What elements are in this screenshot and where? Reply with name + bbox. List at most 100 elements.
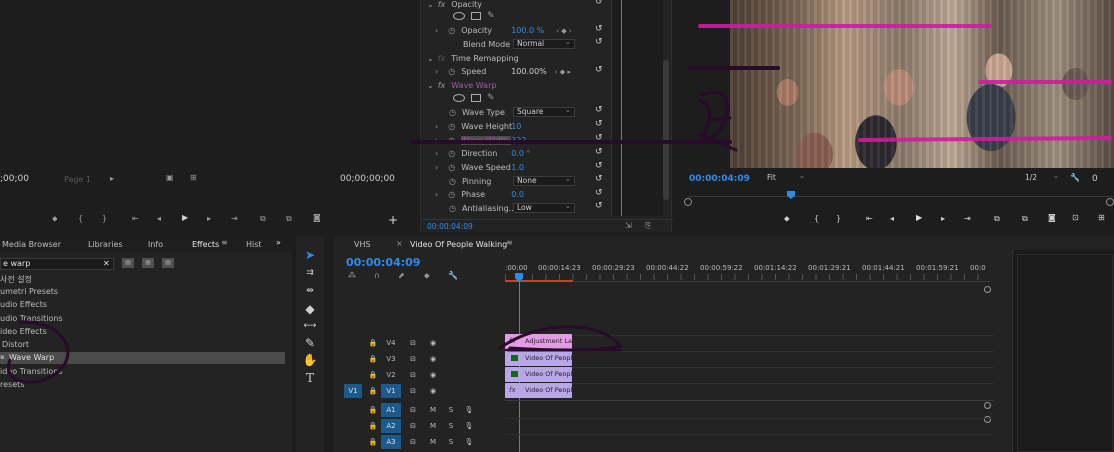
timeline-zoom-handle-bottom[interactable] <box>984 402 991 409</box>
sync-lock-icon[interactable]: ⊟ <box>406 336 420 350</box>
export-icon[interactable]: ⎘ <box>645 221 651 231</box>
track-select-tool-icon[interactable]: ⇉ <box>302 265 318 281</box>
tab-history[interactable]: Hist <box>246 240 262 249</box>
clip-video-v3[interactable]: Video Of Peopl <box>505 351 572 366</box>
reset-icon[interactable]: ↺ <box>595 37 603 47</box>
opacity-section-header[interactable]: ⌄ fx Opacity <box>427 0 482 9</box>
lock-icon[interactable]: 🔒 <box>366 419 380 433</box>
phase-value[interactable]: 0.0 <box>511 190 524 199</box>
tree-item-wave-warp-selected[interactable]: ▪ Wave Warp <box>0 352 285 364</box>
tree-item-presets-ko[interactable]: 사전 설정 <box>0 274 32 285</box>
lock-icon[interactable]: 🔒 <box>366 352 380 366</box>
reset-icon[interactable]: ↺ <box>595 188 603 198</box>
wave-width-value[interactable]: 322 <box>511 136 526 145</box>
type-tool-icon[interactable]: T <box>302 370 318 386</box>
snap-icon[interactable]: ∩ <box>374 271 380 280</box>
chevron-right-icon[interactable]: › <box>435 190 438 199</box>
speed-value[interactable]: 100.00% <box>511 67 547 76</box>
hamburger-menu-icon[interactable]: ≡ <box>506 238 513 247</box>
stopwatch-icon[interactable]: ◷ <box>448 26 455 35</box>
solo-button[interactable]: S <box>444 403 458 417</box>
close-tab-icon[interactable]: × <box>396 239 403 248</box>
mute-button[interactable]: M <box>426 419 440 433</box>
accelerated-effects-icon[interactable]: ▦ <box>122 258 134 268</box>
pinning-dropdown[interactable]: None <box>513 175 575 186</box>
go-to-out-icon[interactable]: ⇥ <box>231 214 238 223</box>
lock-icon[interactable]: 🔒 <box>366 384 380 398</box>
track-label-a1[interactable]: A1 <box>381 403 401 417</box>
reset-icon[interactable]: ↺ <box>595 0 603 7</box>
wrench-icon[interactable]: 🔧 <box>1070 173 1080 182</box>
stopwatch-icon[interactable]: ◷ <box>448 190 455 199</box>
tab-vhs[interactable]: VHS <box>354 240 371 249</box>
program-playhead[interactable] <box>787 191 795 199</box>
opacity-value[interactable]: 100.0 % <box>511 26 544 35</box>
hand-tool-icon[interactable]: ✋ <box>302 352 318 368</box>
sync-lock-icon[interactable]: ⊟ <box>406 403 420 417</box>
chevron-right-icon[interactable]: › <box>435 163 438 172</box>
reset-icon[interactable]: ↺ <box>595 24 603 34</box>
keyframe-nav-icon[interactable]: ‹ ◆ › <box>556 27 571 35</box>
reset-icon[interactable]: ↺ <box>595 174 603 184</box>
chevron-right-icon[interactable]: › <box>435 122 438 131</box>
tree-item-video-effects[interactable]: ideo Effects <box>0 327 47 336</box>
tree-item-audio-transitions[interactable]: udio Transitions <box>0 314 63 323</box>
mark-in-icon[interactable]: { <box>78 214 83 223</box>
time-remap-section-header[interactable]: ⌄ fx Time Remapping <box>427 54 519 63</box>
wave-type-dropdown[interactable]: Square <box>513 106 575 117</box>
reset-icon[interactable]: ↺ <box>595 65 603 75</box>
fit-dropdown[interactable]: Fit <box>764 172 808 184</box>
clip-video-v1[interactable]: fx Video Of Peopl <box>505 383 572 398</box>
lock-icon[interactable]: 🔒 <box>366 435 380 449</box>
solo-button[interactable]: S <box>444 435 458 449</box>
stopwatch-icon[interactable]: ◷ <box>448 136 455 145</box>
chevron-right-icon[interactable]: › <box>435 136 438 145</box>
wave-warp-section-header[interactable]: ⌄ fx Wave Warp <box>427 81 496 90</box>
eye-icon[interactable]: ◉ <box>426 368 440 382</box>
effect-controls-scrollbar[interactable] <box>663 60 669 200</box>
play-small-icon[interactable]: ▸ <box>110 174 114 183</box>
hamburger-menu-icon[interactable]: ≡ <box>221 238 228 247</box>
play-icon[interactable]: ▶ <box>182 213 188 222</box>
resolution-dropdown[interactable]: 1/2 <box>1022 172 1062 184</box>
pen-mask-icon[interactable]: ✎ <box>487 93 495 103</box>
tree-item-audio-effects[interactable]: udio Effects <box>0 300 47 309</box>
sync-lock-icon[interactable]: ⊟ <box>406 419 420 433</box>
pen-mask-icon[interactable]: ✎ <box>487 11 495 21</box>
solo-button[interactable]: S <box>444 419 458 433</box>
track-label-v4[interactable]: V4 <box>384 336 398 350</box>
rect-mask-icon[interactable] <box>471 12 481 20</box>
reset-icon[interactable]: ↺ <box>595 105 603 115</box>
camera-icon[interactable]: ◙ <box>1048 213 1056 222</box>
reset-icon[interactable]: ↺ <box>595 201 603 211</box>
tab-libraries[interactable]: Libraries <box>88 240 123 249</box>
tree-item-lumetri-presets[interactable]: umetri Presets <box>0 287 58 296</box>
insert-icon[interactable]: ⧉ <box>260 214 266 224</box>
go-to-out-icon[interactable]: ⇥ <box>964 214 971 223</box>
step-forward-icon[interactable]: ▸ <box>941 214 945 223</box>
reset-icon[interactable]: ↺ <box>595 119 603 129</box>
wave-speed-value[interactable]: 1.0 <box>511 163 524 172</box>
sync-lock-icon[interactable]: ⊟ <box>406 352 420 366</box>
add-marker-icon[interactable]: ⬥ <box>424 271 430 281</box>
tab-info[interactable]: Info <box>148 240 163 249</box>
scrubber-right-handle[interactable] <box>1106 198 1114 206</box>
lock-icon[interactable]: 🔒 <box>366 336 380 350</box>
track-label-a2[interactable]: A2 <box>381 419 401 433</box>
slip-tool-icon[interactable]: ⟷ <box>302 318 318 334</box>
keyframe-nav-icon[interactable]: ‹ ◆ ▸ <box>555 68 571 76</box>
reset-icon[interactable]: ↺ <box>595 133 603 143</box>
reset-icon[interactable]: ↺ <box>595 147 603 157</box>
overwrite-icon[interactable]: ⧉ <box>286 214 292 224</box>
timeline-ruler[interactable]: :00:00 00:00:14:23 00:00:29:23 00:00:44:… <box>505 264 990 282</box>
mute-button[interactable]: M <box>426 403 440 417</box>
tree-item-video-transitions[interactable]: ideo Transitions <box>0 367 63 376</box>
stopwatch-icon[interactable]: ◷ <box>448 122 455 131</box>
sync-lock-icon[interactable]: ⊟ <box>406 384 420 398</box>
tree-item-distort[interactable]: Distort <box>2 340 29 349</box>
mute-button[interactable]: M <box>426 435 440 449</box>
microphone-icon[interactable]: 🎙 <box>462 419 476 433</box>
compare-icon[interactable]: ⊡ <box>1072 213 1079 222</box>
effects-search-input[interactable]: e warp <box>0 258 114 270</box>
lift-icon[interactable]: ⧉ <box>994 214 1000 224</box>
